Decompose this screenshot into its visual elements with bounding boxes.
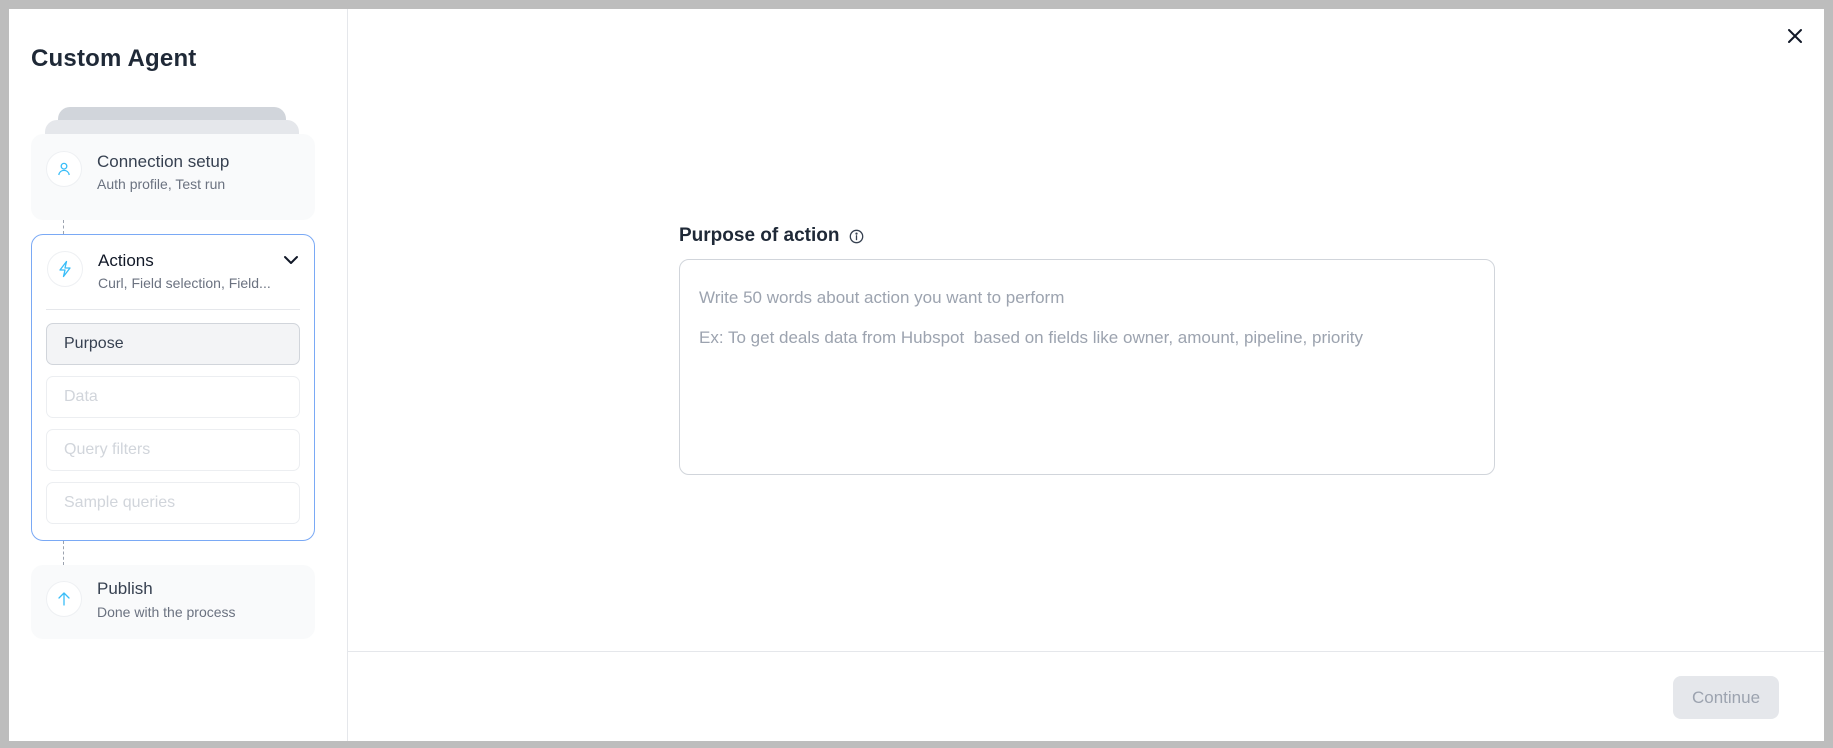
step-publish[interactable]: Publish Done with the process — [31, 565, 315, 639]
step-connector — [63, 220, 64, 234]
divider — [46, 309, 300, 310]
field-label-text: Purpose of action — [679, 225, 840, 246]
step-connection-setup[interactable]: Connection setup Auth profile, Test run — [31, 134, 315, 220]
step-subtitle: Done with the process — [97, 604, 236, 620]
user-icon — [46, 151, 82, 187]
step-subtitle: Auth profile, Test run — [97, 176, 226, 192]
lightning-icon — [47, 251, 83, 287]
sidebar: Custom Agent Connection setup Auth profi… — [9, 9, 348, 741]
step-connector — [63, 541, 64, 565]
main-panel: Purpose of action Write 50 words about a… — [348, 9, 1824, 741]
sub-item-purpose[interactable]: Purpose — [46, 323, 300, 365]
info-icon[interactable] — [848, 228, 865, 245]
close-button[interactable] — [1782, 23, 1808, 49]
chevron-down-icon[interactable] — [280, 249, 302, 271]
step-title: Publish — [97, 579, 153, 598]
sidebar-title: Custom Agent — [31, 45, 197, 72]
sub-item-data[interactable]: Data — [46, 376, 300, 418]
field-label: Purpose of action — [679, 225, 865, 247]
custom-agent-modal: Custom Agent Connection setup Auth profi… — [9, 9, 1824, 741]
step-title: Connection setup — [97, 152, 230, 171]
sub-item-query-filters[interactable]: Query filters — [46, 429, 300, 471]
placeholder-line-1: Write 50 words about action you want to … — [699, 288, 1065, 307]
purpose-textarea[interactable]: Write 50 words about action you want to … — [679, 259, 1495, 475]
sub-item-sample-queries[interactable]: Sample queries — [46, 482, 300, 524]
footer: Continue — [348, 651, 1824, 741]
step-actions[interactable]: Actions Curl, Field selection, Field... … — [31, 234, 315, 541]
step-subtitle: Curl, Field selection, Field... — [98, 275, 271, 291]
arrow-up-icon — [46, 581, 82, 617]
step-title: Actions — [98, 251, 154, 270]
continue-button[interactable]: Continue — [1673, 676, 1779, 719]
placeholder-line-2: Ex: To get deals data from Hubspot based… — [699, 328, 1364, 347]
close-icon — [1788, 29, 1802, 43]
